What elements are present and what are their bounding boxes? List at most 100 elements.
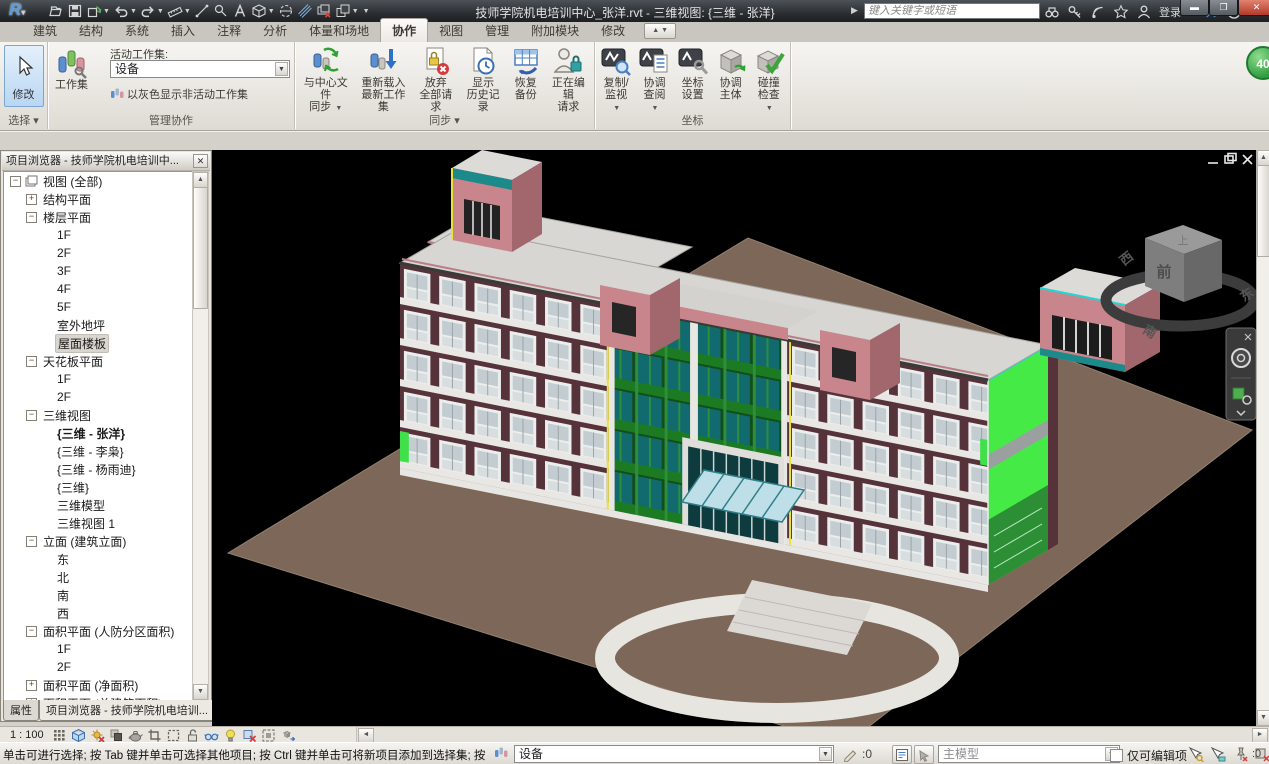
checkbox-icon[interactable] bbox=[1110, 749, 1123, 762]
tree-item[interactable]: −视图 (全部) bbox=[4, 172, 197, 190]
tree-item[interactable]: +面积平面 (净面积) bbox=[4, 676, 197, 694]
minimize-button[interactable]: ▬ bbox=[1180, 0, 1209, 16]
tree-item[interactable]: 1F bbox=[4, 640, 197, 658]
expand-icon[interactable]: + bbox=[26, 680, 37, 691]
coord-interference-button[interactable]: 碰撞检查 ▼ bbox=[750, 42, 788, 115]
scrollbar-thumb[interactable] bbox=[193, 187, 208, 309]
browser-tab-project-browser[interactable]: 项目浏览器 - 技师学院机电培训... bbox=[39, 700, 215, 721]
dropdown-arrow-icon[interactable]: ▼ bbox=[184, 8, 191, 15]
collapse-icon[interactable]: − bbox=[26, 536, 37, 547]
ribbon-tab-系统[interactable]: 系统 bbox=[114, 19, 160, 42]
tree-item[interactable]: {三维} bbox=[4, 478, 197, 496]
tree-scrollbar[interactable]: ▲ ▼ bbox=[192, 171, 209, 701]
tree-item[interactable]: −面积平面 (人防分区面积) bbox=[4, 622, 197, 640]
detail-level-icon[interactable] bbox=[52, 728, 67, 743]
title-expand-icon[interactable]: ▶ bbox=[851, 5, 858, 16]
active-workset-dropdown[interactable]: 设备 ▼ bbox=[110, 60, 290, 78]
ribbon-tab-管理[interactable]: 管理 bbox=[474, 19, 520, 42]
view-scale[interactable]: 1 : 100 bbox=[0, 729, 52, 741]
browser-tab-properties[interactable]: 属性 bbox=[3, 700, 39, 721]
qat-sync-small-button[interactable]: ▼ bbox=[86, 3, 110, 19]
binoculars-icon[interactable] bbox=[1044, 4, 1060, 20]
ribbon-tab-修改[interactable]: 修改 bbox=[590, 19, 636, 42]
tree-item[interactable]: 2F bbox=[4, 388, 197, 406]
editing-requests-icon[interactable] bbox=[842, 746, 858, 762]
qat-redo-button[interactable]: ▼ bbox=[140, 3, 164, 19]
tree-item[interactable]: 1F bbox=[4, 370, 197, 388]
coord-coord-review-button[interactable]: 协调查阅 ▼ bbox=[635, 42, 673, 115]
sign-in-label[interactable]: 登录 bbox=[1159, 4, 1181, 20]
qat-customize-icon[interactable]: ▼ bbox=[363, 8, 370, 15]
panel-select-footer[interactable]: 选择 ▾ bbox=[0, 112, 47, 128]
tree-item[interactable]: {三维 - 张洋} bbox=[4, 424, 197, 442]
scroll-down-icon[interactable]: ▼ bbox=[193, 684, 208, 700]
tree-item[interactable]: 4F bbox=[4, 280, 197, 298]
drawing-area[interactable]: 前 上 西 南 东 bbox=[212, 150, 1256, 726]
tree-item[interactable]: 东 bbox=[4, 550, 197, 568]
modify-button[interactable]: 修改 bbox=[4, 45, 44, 107]
collapse-icon[interactable]: − bbox=[26, 356, 37, 367]
ribbon-tab-注释[interactable]: 注释 bbox=[206, 19, 252, 42]
ribbon-collapse-icon[interactable]: ▲ ▼ bbox=[644, 23, 676, 39]
tree-item[interactable]: −立面 (建筑立面) bbox=[4, 532, 197, 550]
infocenter-search-input[interactable]: 键入关键字或短语 bbox=[864, 3, 1040, 19]
tree-item[interactable]: {三维 - 杨雨迪} bbox=[4, 460, 197, 478]
dropdown-arrow-icon[interactable]: ▼ bbox=[130, 8, 137, 15]
tree-item[interactable]: 北 bbox=[4, 568, 197, 586]
ribbon-tab-视图[interactable]: 视图 bbox=[428, 19, 474, 42]
viewcube-front-label[interactable]: 前 bbox=[1156, 263, 1171, 281]
select-pinned-icon[interactable] bbox=[1232, 746, 1248, 762]
ribbon-tab-协作[interactable]: 协作 bbox=[380, 18, 428, 42]
displacement-icon[interactable] bbox=[280, 728, 295, 743]
qat-save-button[interactable] bbox=[67, 3, 83, 19]
ribbon-tab-体量和场地[interactable]: 体量和场地 bbox=[298, 19, 380, 42]
tree-item[interactable]: 2F bbox=[4, 658, 197, 676]
project-browser-title[interactable]: 项目浏览器 - 技师学院机电培训中... bbox=[2, 152, 210, 171]
tree-item[interactable]: 三维视图 1 bbox=[4, 514, 197, 532]
ribbon-tab-建筑[interactable]: 建筑 bbox=[22, 19, 68, 42]
select-underlay-icon[interactable] bbox=[1210, 746, 1226, 762]
sync-reload-latest-button[interactable]: 重新载入最新工作集 bbox=[355, 42, 413, 113]
horizontal-scrollbar[interactable]: ◄ ► bbox=[356, 727, 1269, 742]
close-button[interactable]: ✕ bbox=[1238, 0, 1269, 16]
key-icon[interactable] bbox=[1067, 4, 1083, 20]
qat-section-button[interactable] bbox=[278, 3, 294, 19]
project-browser-close-icon[interactable]: ✕ bbox=[193, 154, 208, 168]
tree-item[interactable]: 屋面楼板 bbox=[4, 334, 197, 352]
ribbon-tab-附加模块[interactable]: 附加模块 bbox=[520, 19, 590, 42]
sync-editing-requests-button[interactable]: 正在编辑请求 bbox=[545, 42, 592, 113]
coord-coord-settings-button[interactable]: 坐标设置 bbox=[674, 42, 712, 101]
view-lock-icon[interactable] bbox=[185, 728, 200, 743]
qat-measure-button[interactable]: ▼ bbox=[167, 3, 191, 19]
coord-coord-host-button[interactable]: 协调主体 bbox=[712, 42, 750, 101]
qat-undo-button[interactable]: ▼ bbox=[113, 3, 137, 19]
tree-item[interactable]: −楼层平面 bbox=[4, 208, 197, 226]
tree-item[interactable]: 1F bbox=[4, 226, 197, 244]
person-icon[interactable] bbox=[1136, 4, 1152, 20]
temp-hide-icon[interactable] bbox=[204, 728, 219, 743]
tree-item[interactable]: 南 bbox=[4, 586, 197, 604]
collapse-icon[interactable]: − bbox=[26, 626, 37, 637]
dropdown-arrow-icon[interactable]: ▼ bbox=[819, 747, 832, 761]
expand-icon[interactable]: + bbox=[26, 194, 37, 205]
dropdown-arrow-icon[interactable]: ▼ bbox=[268, 8, 275, 15]
coord-copy-monitor-button[interactable]: 复制/监视 ▼ bbox=[597, 42, 635, 115]
scroll-right-icon[interactable]: ► bbox=[1252, 728, 1268, 743]
design-options-dialog-button[interactable] bbox=[892, 745, 912, 764]
qat-close-hidden-button[interactable] bbox=[316, 3, 332, 19]
scroll-up-icon[interactable]: ▲ bbox=[193, 172, 208, 188]
dropdown-arrow-icon[interactable]: ▼ bbox=[103, 8, 110, 15]
qat-text-a-button[interactable] bbox=[232, 3, 248, 19]
sun-path-icon[interactable] bbox=[90, 728, 105, 743]
satellite-icon[interactable] bbox=[1090, 4, 1106, 20]
worksets-button[interactable]: 工作集 bbox=[52, 44, 91, 91]
scroll-up-icon[interactable]: ▲ bbox=[1257, 150, 1269, 166]
temp-view-icon[interactable] bbox=[261, 728, 276, 743]
worksharing-icon[interactable] bbox=[242, 728, 257, 743]
rendering-icon[interactable] bbox=[128, 728, 143, 743]
crop-view-icon[interactable] bbox=[147, 728, 162, 743]
scrollbar-thumb[interactable] bbox=[1257, 165, 1269, 257]
viewcube-top-label[interactable]: 上 bbox=[1178, 234, 1189, 247]
dropdown-arrow-icon[interactable]: ▼ bbox=[157, 8, 164, 15]
qat-thin-lines-button[interactable] bbox=[297, 3, 313, 19]
